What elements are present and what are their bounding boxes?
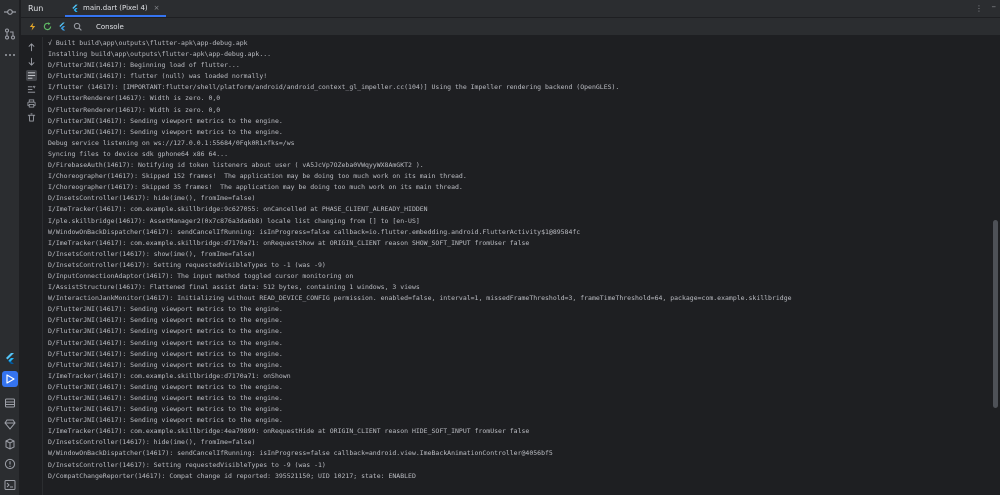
run-toolbar: Console — [21, 18, 1000, 36]
run-configuration-tab[interactable]: main.dart (Pixel 4) × — [65, 0, 166, 17]
devtools-icon[interactable] — [58, 22, 67, 31]
console-actions — [21, 37, 43, 495]
console-line: D/InsetsController(14617): Setting reque… — [48, 260, 326, 269]
activity-bar — [0, 0, 20, 495]
console-line: D/FlutterJNI(14617): Sending viewport me… — [48, 116, 283, 125]
flutter-icon[interactable] — [2, 350, 18, 366]
hot-restart-icon[interactable] — [43, 22, 52, 31]
console-line: D/FlutterJNI(14617): Sending viewport me… — [48, 338, 283, 347]
console-line: Installing build\app\outputs\flutter-apk… — [48, 50, 272, 59]
console-line: D/FlutterJNI(14617): Sending viewport me… — [48, 416, 283, 425]
console-line: D/FlutterJNI(14617): Sending viewport me… — [48, 382, 283, 391]
console-line: D/InsetsController(14617): show(ime(), f… — [48, 249, 256, 258]
console-line: D/FlutterJNI(14617): flutter (null) was … — [48, 72, 268, 81]
console-line: D/FlutterJNI(14617): Sending viewport me… — [48, 360, 283, 369]
trash-icon[interactable] — [26, 112, 37, 123]
console-line: D/FlutterRenderer(14617): Width is zero.… — [48, 105, 221, 114]
console-line: I/ImeTracker(14617): com.example.skillbr… — [48, 427, 530, 436]
console-line: I/Choreographer(14617): Skipped 35 frame… — [48, 183, 463, 192]
arrow-down-icon[interactable] — [26, 56, 37, 67]
console-line: Debug service listening on ws://127.0.0.… — [48, 138, 295, 147]
console-line: I/ImeTracker(14617): com.example.skillbr… — [48, 205, 428, 214]
arrow-up-icon[interactable] — [26, 42, 37, 53]
console-line: D/InsetsController(14617): hide(ime(), f… — [48, 438, 256, 447]
options-icon[interactable]: ⋮ — [975, 4, 984, 13]
run-icon[interactable] — [2, 371, 18, 387]
services-icon[interactable] — [2, 395, 18, 411]
console-line: W/InteractionJankMonitor(14617): Initial… — [48, 294, 792, 303]
console-line: I/Choreographer(14617): Skipped 152 fram… — [48, 172, 467, 181]
console-line: I/ple.skillbridge(14617): AssetManager2(… — [48, 216, 420, 225]
console-line: D/FlutterJNI(14617): Sending viewport me… — [48, 305, 283, 314]
console-line: W/WindowOnBackDispatcher(14617): sendCan… — [48, 449, 553, 458]
console-line: D/FirebaseAuth(14617): Notifying id toke… — [48, 161, 424, 170]
console-line: W/WindowOnBackDispatcher(14617): sendCan… — [48, 227, 581, 236]
console-line: I/AssistStructure(14617): Flattened fina… — [48, 283, 420, 292]
console-line: D/InsetsController(14617): Setting reque… — [48, 460, 326, 469]
flutter-icon — [71, 4, 79, 12]
console-line: Syncing files to device sdk gphone64 x86… — [48, 149, 229, 158]
more-icon[interactable] — [2, 47, 18, 63]
console-line: D/CompatChangeReporter(14617): Compat ch… — [48, 471, 416, 480]
minimize-icon[interactable]: – — [992, 2, 997, 12]
soft-wrap-icon[interactable] — [26, 70, 37, 81]
scroll-to-end-icon[interactable] — [26, 84, 37, 95]
print-icon[interactable] — [26, 98, 37, 109]
console-output[interactable]: √ Built build\app\outputs\flutter-apk\ap… — [48, 38, 988, 495]
scrollbar-thumb[interactable] — [993, 220, 998, 408]
console-line: D/FlutterJNI(14617): Sending viewport me… — [48, 394, 283, 402]
console-line: D/InsetsController(14617): hide(ime(), f… — [48, 194, 256, 203]
console-line: D/FlutterJNI(14617): Beginning load of f… — [48, 61, 240, 70]
hot-reload-icon[interactable] — [28, 22, 37, 31]
run-tab-label: main.dart (Pixel 4) — [83, 3, 148, 12]
close-icon[interactable]: × — [154, 4, 160, 12]
tab-console[interactable]: Console — [96, 23, 124, 31]
terminal-icon[interactable] — [2, 477, 18, 493]
console-line: D/FlutterJNI(14617): Sending viewport me… — [48, 316, 283, 325]
problems-icon[interactable] — [2, 456, 18, 472]
console-line: √ Built build\app\outputs\flutter-apk\ap… — [48, 39, 248, 47]
console-line: D/FlutterJNI(14617): Sending viewport me… — [48, 327, 283, 336]
tool-window-title: Run — [28, 4, 44, 13]
console-line: I/ImeTracker(14617): com.example.skillbr… — [48, 371, 291, 380]
console-line: D/FlutterRenderer(14617): Width is zero.… — [48, 94, 221, 103]
console-line: D/FlutterJNI(14617): Sending viewport me… — [48, 349, 283, 358]
commit-icon[interactable] — [2, 4, 18, 20]
build-icon[interactable] — [2, 436, 18, 452]
console-line: D/InputConnectionAdaptor(14617): The inp… — [48, 271, 354, 280]
gem-icon[interactable] — [2, 416, 18, 432]
flutter-inspector-icon[interactable] — [73, 22, 82, 31]
console-line: I/flutter (14617): [IMPORTANT:flutter/sh… — [48, 83, 620, 92]
tool-window-header: Run main.dart (Pixel 4) × ⋮ – — [21, 0, 1000, 17]
console-line: D/FlutterJNI(14617): Sending viewport me… — [48, 405, 283, 414]
vertical-scrollbar[interactable] — [992, 38, 998, 495]
pull-requests-icon[interactable] — [2, 26, 18, 42]
console-line: I/ImeTracker(14617): com.example.skillbr… — [48, 238, 530, 247]
console-line: D/FlutterJNI(14617): Sending viewport me… — [48, 127, 283, 136]
